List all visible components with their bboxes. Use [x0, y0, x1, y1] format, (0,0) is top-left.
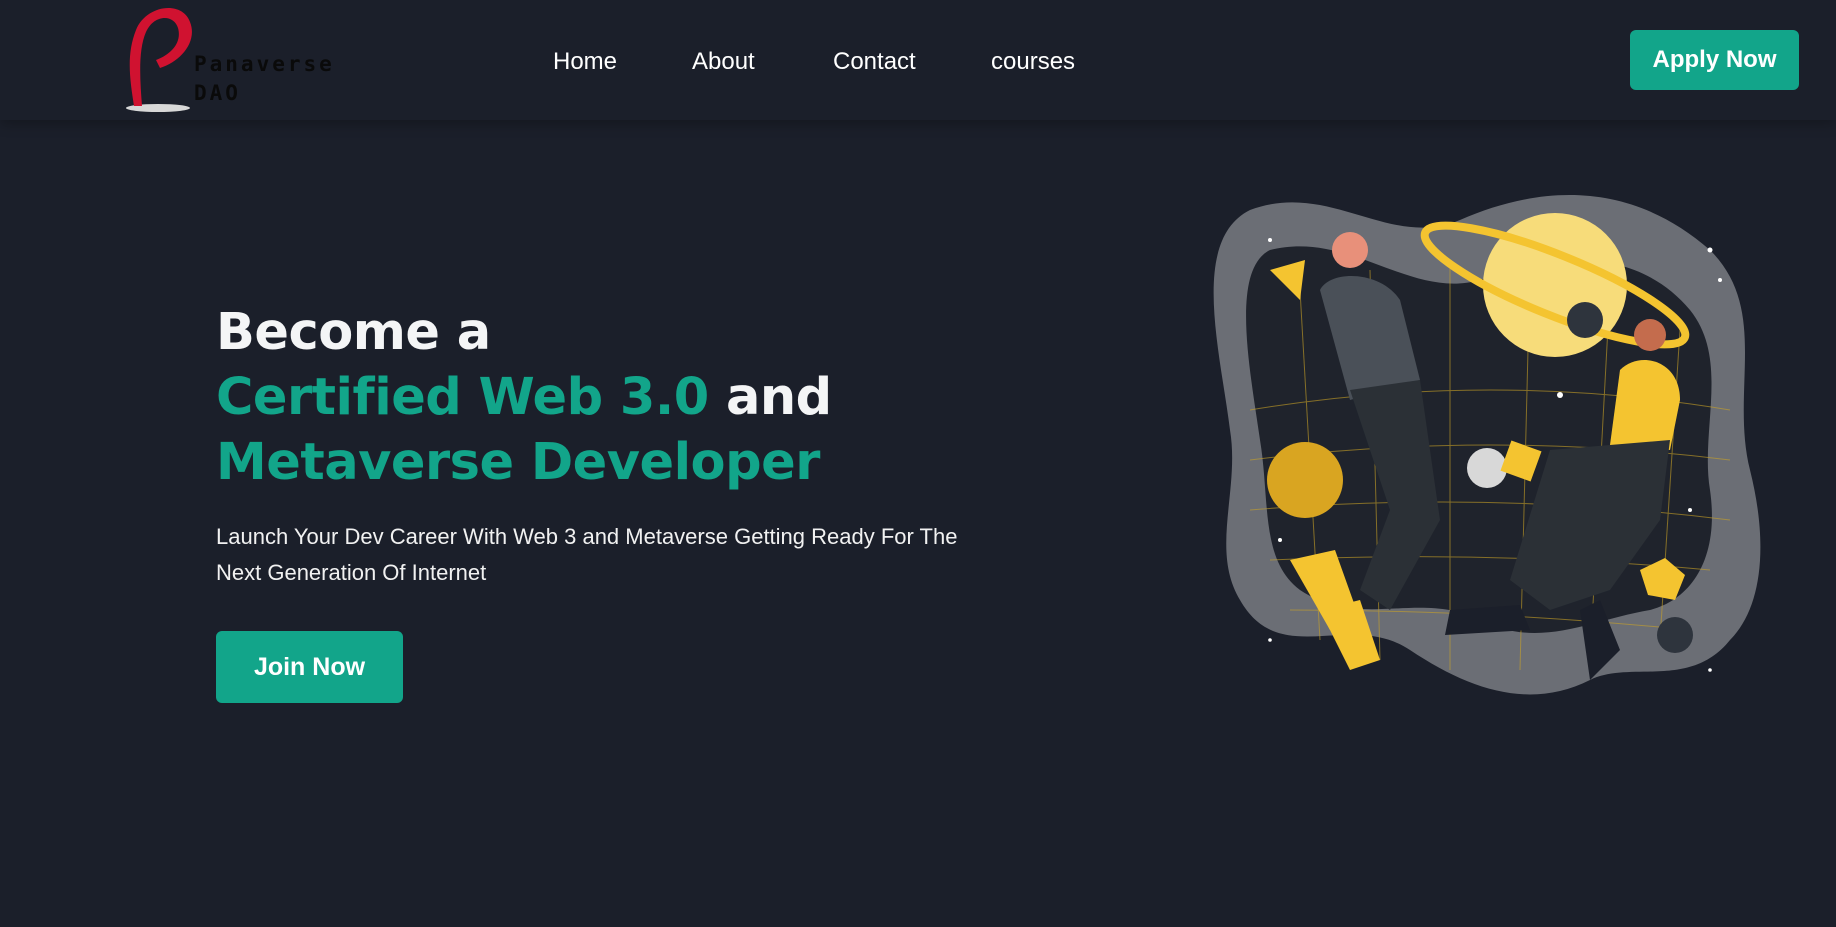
panaverse-logo-icon: [126, 8, 192, 112]
brand-name-line2: DAO: [194, 81, 241, 105]
metaverse-vr-people-illustration: [1213, 195, 1761, 695]
top-navbar: Panaverse DAO Home About Contact courses…: [0, 0, 1836, 120]
nav-link-about[interactable]: About: [692, 48, 755, 76]
brand-logo[interactable]: Panaverse DAO: [120, 0, 350, 118]
brand-name: Panaverse DAO: [194, 50, 335, 108]
headline-line1: Become a: [216, 303, 491, 362]
join-now-button[interactable]: Join Now: [216, 631, 403, 703]
nav-link-courses[interactable]: courses: [991, 48, 1075, 76]
hero-section: Become a Certified Web 3.0 and Metaverse…: [216, 300, 1016, 703]
apply-now-button[interactable]: Apply Now: [1630, 30, 1799, 90]
nav-link-contact[interactable]: Contact: [833, 48, 916, 76]
brand-name-line1: Panaverse: [194, 52, 335, 76]
hero-subtitle: Launch Your Dev Career With Web 3 and Me…: [216, 524, 958, 585]
headline-accent-metaverse: Metaverse Developer: [216, 433, 820, 492]
hero-headline: Become a Certified Web 3.0 and Metaverse…: [216, 300, 1016, 495]
headline-and: and: [708, 368, 832, 427]
headline-accent-certified: Certified Web 3.0: [216, 368, 709, 427]
nav-link-home[interactable]: Home: [553, 48, 617, 76]
